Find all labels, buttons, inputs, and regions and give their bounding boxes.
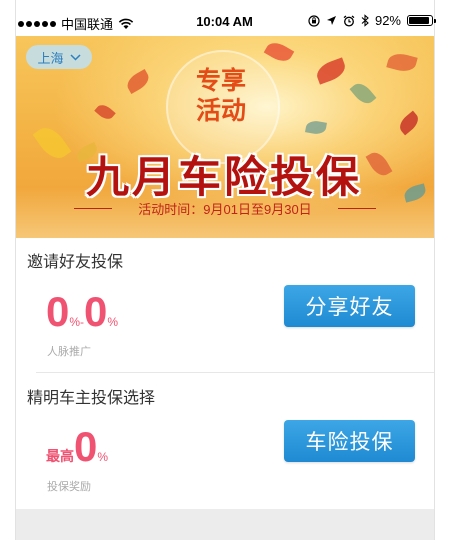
leaf-decoration bbox=[94, 101, 116, 123]
promo-tag-line2: 活动 bbox=[195, 96, 246, 125]
alarm-icon bbox=[343, 14, 355, 27]
section-divider bbox=[36, 372, 434, 373]
city-selector[interactable]: 上海 bbox=[26, 45, 92, 69]
leaf-decoration bbox=[365, 148, 393, 180]
leaf-decoration bbox=[123, 69, 153, 94]
leaf-decoration bbox=[305, 119, 327, 136]
invite-rate-to: 0 bbox=[84, 288, 108, 335]
invite-caption: 人脉推广 bbox=[47, 345, 91, 358]
location-icon bbox=[326, 16, 336, 25]
invite-section-title: 邀请好友投保 bbox=[27, 252, 124, 271]
leaf-decoration bbox=[263, 38, 295, 66]
invite-rate: 0%-0% bbox=[46, 288, 118, 336]
share-friends-button[interactable]: 分享好友 bbox=[284, 285, 415, 327]
invite-rate-separator: %- bbox=[69, 315, 85, 329]
battery-percent: 92% bbox=[374, 13, 401, 28]
bottom-bar bbox=[16, 509, 434, 540]
campaign-title: 九月车险投保 bbox=[86, 153, 362, 203]
car-insurance-button[interactable]: 车险投保 bbox=[284, 420, 415, 462]
leaf-decoration bbox=[349, 79, 377, 108]
leaf-decoration bbox=[386, 50, 418, 75]
invite-rate-unit: % bbox=[107, 315, 119, 329]
campaign-banner[interactable]: 上海 专享 活动 九月车险投保 活动时间：9月01日至9月30日 bbox=[16, 36, 434, 238]
promo-tag-line1: 专享 bbox=[195, 66, 246, 95]
leaf-decoration bbox=[32, 121, 72, 165]
owner-rate-unit: % bbox=[97, 450, 109, 464]
city-label: 上海 bbox=[37, 51, 64, 67]
leaf-decoration bbox=[396, 110, 422, 136]
chevron-down-icon bbox=[69, 53, 81, 61]
owner-rate-value: 0 bbox=[74, 423, 98, 470]
invite-rate-from: 0 bbox=[46, 288, 70, 335]
right-border bbox=[434, 0, 435, 540]
promo-tag: 专享 活动 bbox=[168, 66, 274, 126]
owner-rate-prefix: 最高 bbox=[46, 449, 74, 465]
campaign-period: 活动时间：9月01日至9月30日 bbox=[138, 202, 312, 217]
bluetooth-icon bbox=[361, 14, 369, 27]
screen-lock-icon bbox=[308, 14, 320, 27]
status-right: 92% bbox=[308, 13, 436, 28]
owner-rate: 最高0% bbox=[46, 423, 108, 471]
leaf-decoration bbox=[313, 57, 349, 85]
owner-caption: 投保奖励 bbox=[47, 480, 91, 493]
battery-icon bbox=[407, 15, 436, 26]
owner-section-title: 精明车主投保选择 bbox=[27, 388, 156, 407]
